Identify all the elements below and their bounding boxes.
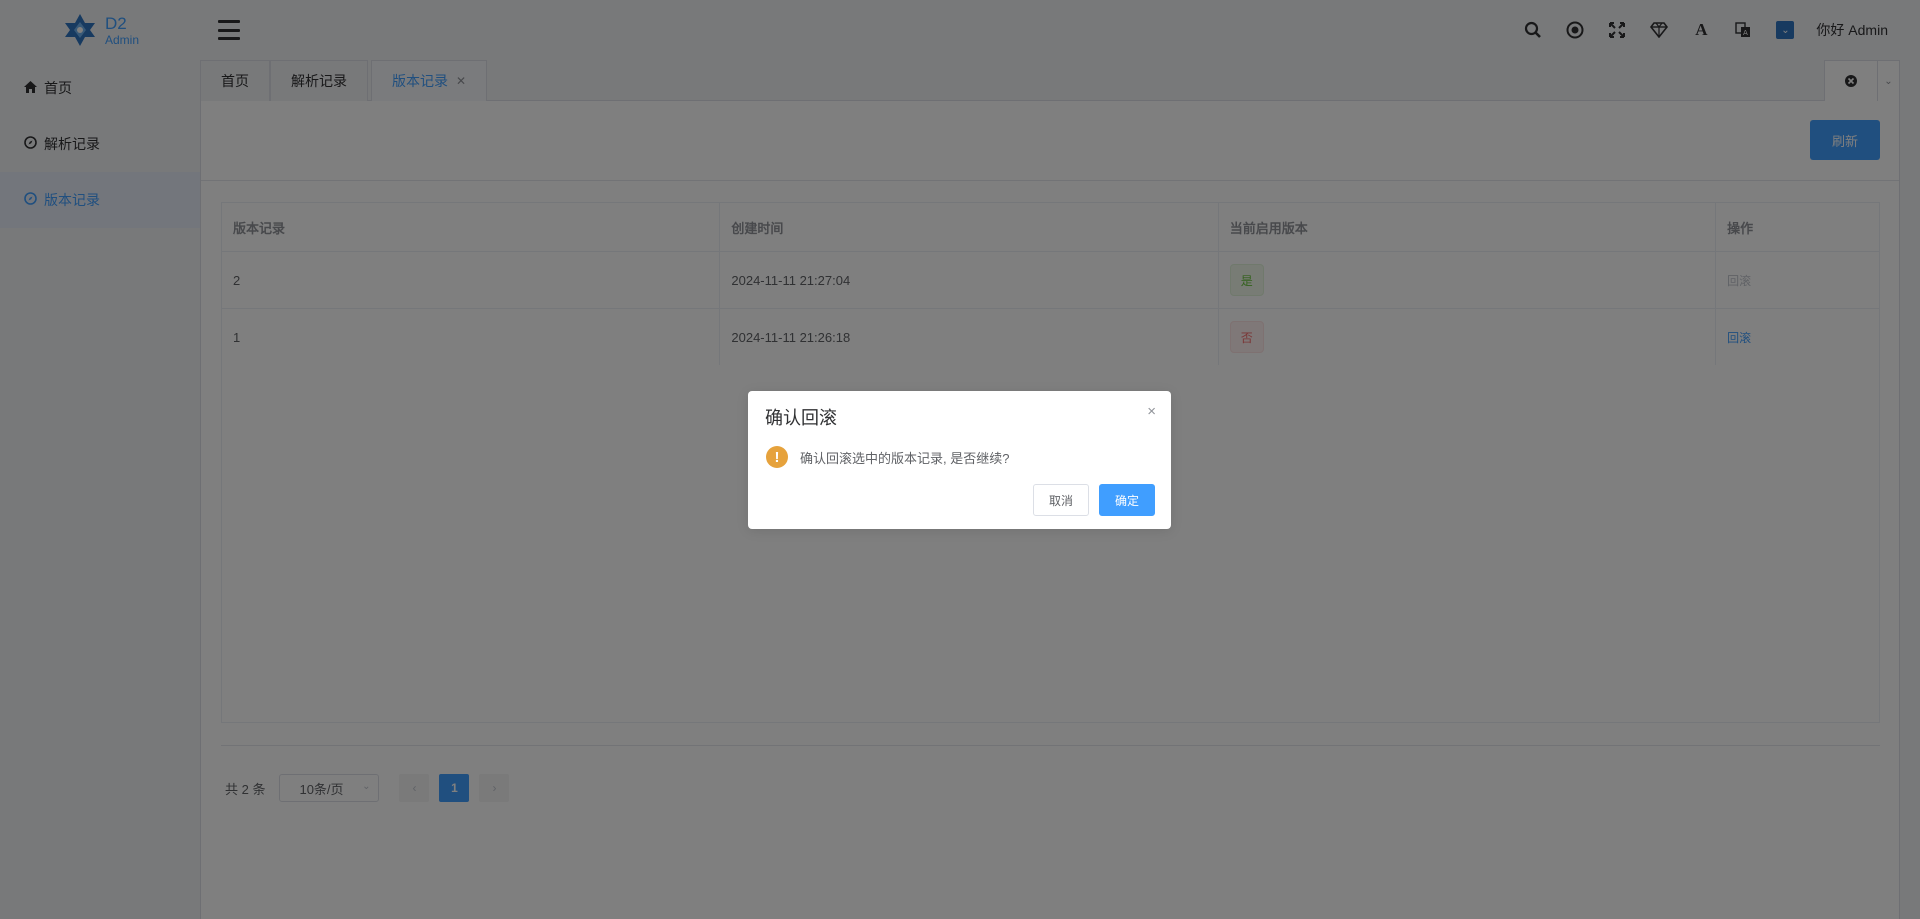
confirm-button[interactable]: 确定	[1099, 484, 1155, 516]
warning-icon: !	[766, 446, 788, 468]
dialog-message: 确认回滚选中的版本记录, 是否继续?	[800, 451, 1010, 466]
close-icon[interactable]: ×	[1147, 403, 1156, 420]
dialog-title: 确认回滚	[765, 408, 837, 428]
confirm-dialog: 确认回滚 × ! 确认回滚选中的版本记录, 是否继续? 取消 确定	[748, 391, 1171, 529]
cancel-button[interactable]: 取消	[1033, 484, 1089, 516]
